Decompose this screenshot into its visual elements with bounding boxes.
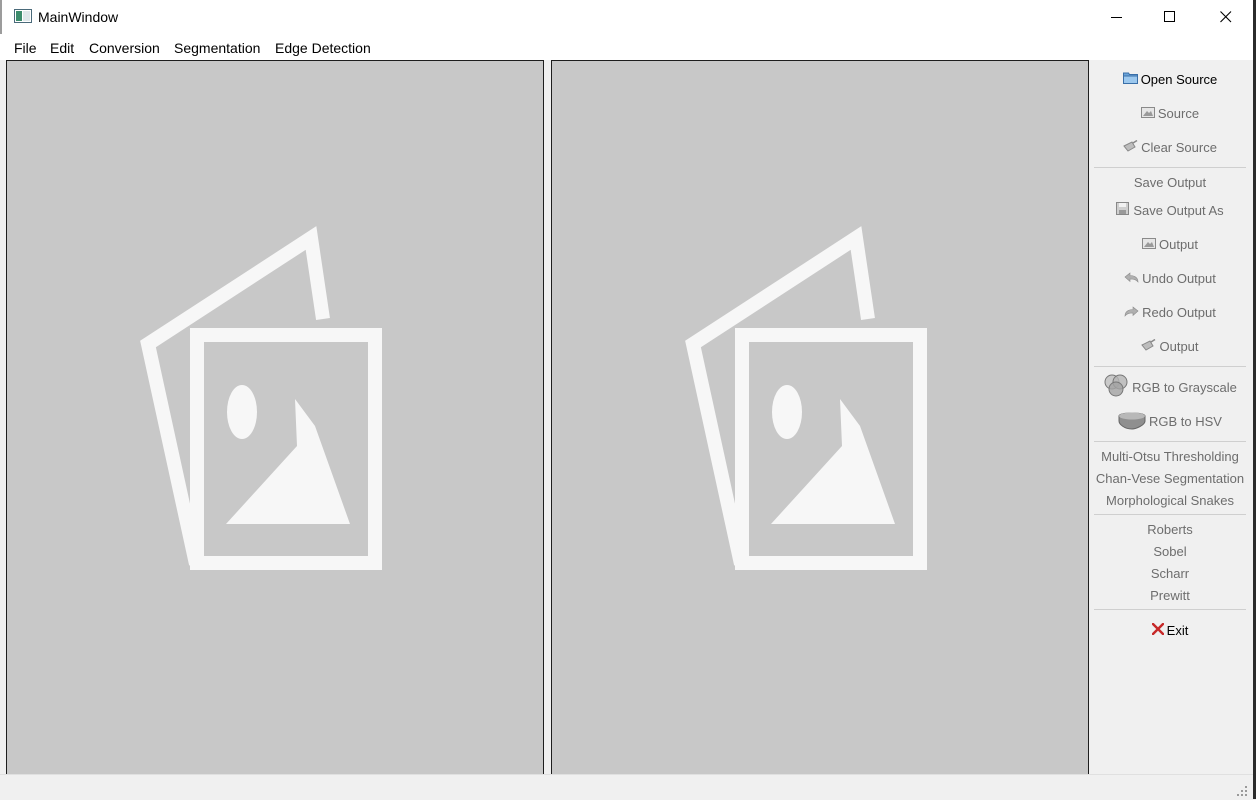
scharr-label: Scharr	[1150, 565, 1190, 581]
undo-icon	[1124, 271, 1139, 286]
redo-icon	[1124, 305, 1139, 320]
output-label: Output	[1158, 236, 1199, 252]
image-placeholder-icon	[685, 226, 927, 570]
save-output-as-label: Save Output As	[1133, 202, 1224, 218]
menu-file[interactable]: File	[14, 40, 37, 56]
roberts-label: Roberts	[1147, 521, 1193, 537]
sobel-button[interactable]: Sobel	[1091, 540, 1249, 562]
folder-icon	[1122, 71, 1138, 87]
rgb-to-hsv-button[interactable]: RGB to HSV	[1091, 406, 1249, 436]
view-output-button[interactable]: Output	[1091, 233, 1249, 255]
status-bar	[0, 774, 1253, 800]
open-source-button[interactable]: Open Source	[1091, 68, 1249, 90]
roberts-button[interactable]: Roberts	[1091, 518, 1249, 540]
rgb-to-hsv-label: RGB to HSV	[1149, 413, 1222, 429]
image-placeholder-icon	[140, 226, 382, 570]
rgb-circles-icon	[1103, 373, 1129, 402]
separator	[1094, 609, 1246, 610]
prewitt-button[interactable]: Prewitt	[1091, 584, 1249, 606]
redo-output-button[interactable]: Redo Output	[1091, 301, 1249, 323]
undo-output-label: Undo Output	[1142, 270, 1216, 286]
menu-edge-detection[interactable]: Edge Detection	[275, 40, 371, 56]
separator	[1094, 441, 1246, 442]
source-label: Source	[1157, 105, 1200, 121]
menu-conversion[interactable]: Conversion	[89, 40, 160, 56]
broom-icon	[1141, 338, 1156, 354]
menu-bar: File Edit Conversion Segmentation Edge D…	[0, 34, 1253, 60]
save-output-label: Save Output	[1133, 174, 1207, 190]
view-source-button[interactable]: Source	[1091, 102, 1249, 124]
chan-vese-button[interactable]: Chan-Vese Segmentation	[1091, 467, 1249, 489]
title-bar: MainWindow	[0, 0, 1253, 34]
exit-label: Exit	[1166, 622, 1189, 638]
chan-vese-label: Chan-Vese Segmentation	[1095, 470, 1245, 486]
minimize-icon	[1111, 17, 1122, 18]
separator	[1094, 514, 1246, 515]
exit-button[interactable]: Exit	[1091, 619, 1249, 641]
app-icon	[14, 9, 32, 23]
output-image-pane[interactable]	[551, 60, 1089, 775]
separator	[1094, 366, 1246, 367]
morphological-snakes-label: Morphological Snakes	[1106, 492, 1234, 508]
redo-output-label: Redo Output	[1142, 304, 1216, 320]
clear-output-button[interactable]: Output	[1091, 335, 1249, 357]
source-image-pane[interactable]	[6, 60, 544, 775]
resize-grip-icon[interactable]	[1237, 786, 1247, 796]
multi-otsu-button[interactable]: Multi-Otsu Thresholding	[1091, 445, 1249, 467]
separator	[1094, 167, 1246, 168]
clear-source-button[interactable]: Clear Source	[1091, 136, 1249, 158]
hsv-cone-icon	[1118, 410, 1146, 433]
image-icon	[1141, 237, 1156, 252]
close-button[interactable]	[1199, 0, 1253, 34]
rgb-to-grayscale-label: RGB to Grayscale	[1132, 379, 1237, 395]
menu-edit[interactable]: Edit	[50, 40, 74, 56]
maximize-icon	[1164, 11, 1175, 22]
window-title: MainWindow	[38, 9, 119, 25]
prewitt-label: Prewitt	[1150, 587, 1190, 603]
rgb-to-grayscale-button[interactable]: RGB to Grayscale	[1091, 372, 1249, 402]
multi-otsu-label: Multi-Otsu Thresholding	[1101, 448, 1239, 464]
clear-output-label: Output	[1159, 338, 1199, 354]
undo-output-button[interactable]: Undo Output	[1091, 267, 1249, 289]
open-source-label: Open Source	[1140, 71, 1218, 87]
exit-x-icon	[1151, 622, 1164, 638]
close-icon	[1220, 11, 1232, 23]
clear-source-label: Clear Source	[1141, 139, 1217, 155]
menu-segmentation[interactable]: Segmentation	[174, 40, 260, 56]
sobel-label: Sobel	[1153, 543, 1187, 559]
save-output-as-button[interactable]: Save Output As	[1091, 199, 1249, 221]
minimize-button[interactable]	[1090, 0, 1144, 34]
maximize-button[interactable]	[1143, 0, 1197, 34]
image-icon	[1140, 106, 1155, 121]
action-sidebar: Open Source Source Clear Source Save Out…	[1091, 60, 1251, 773]
scharr-button[interactable]: Scharr	[1091, 562, 1249, 584]
save-output-button[interactable]: Save Output	[1091, 171, 1249, 193]
save-icon	[1116, 202, 1130, 218]
broom-icon	[1123, 139, 1138, 155]
morphological-snakes-button[interactable]: Morphological Snakes	[1091, 489, 1249, 511]
